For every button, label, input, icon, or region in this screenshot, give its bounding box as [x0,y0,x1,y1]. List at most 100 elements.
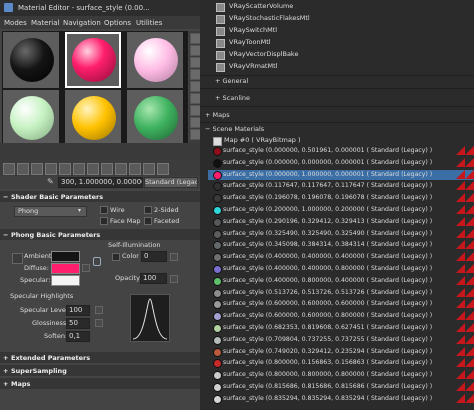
menu-utilities[interactable]: Utilities [136,19,162,27]
menu-material[interactable]: Material [31,19,59,27]
show-shaded-material-icon[interactable] [115,163,127,175]
sample-slot-3[interactable] [127,32,183,88]
two-sided-checkbox[interactable] [144,206,152,214]
face-map-checkbox[interactable] [100,217,108,225]
wire-checkbox[interactable] [100,206,108,214]
material-swatch-icon [213,194,222,204]
scene-material-marker-icon [456,228,465,238]
material-row[interactable]: surface_style (0.600000, 0.600000, 0.600… [208,299,474,310]
material-row[interactable]: surface_style (0.325490, 0.325490, 0.325… [208,228,474,239]
ambient-color-swatch[interactable] [51,251,80,262]
copy-material-icon[interactable] [59,163,71,175]
material-row[interactable]: surface_style (0.000000, 0.501961, 0.000… [208,146,474,156]
browser-item-label: VRaySwitchMtl [229,26,278,34]
material-name-field[interactable]: 300, 1.000000, 0.000001 [58,177,143,188]
put-to-scene-icon[interactable] [17,163,29,175]
sample-slot-4[interactable] [3,90,59,146]
material-label: surface_style (0.290196, 0.329412, 0.329… [223,217,433,225]
sample-slots [2,31,188,146]
material-row[interactable]: surface_style (0.345098, 0.384314, 0.384… [208,240,474,251]
rollout-shader-basic[interactable]: − Shader Basic Parameters [0,191,200,202]
browser-item[interactable]: VRayVectorDisplBake [216,50,336,60]
scene-material-marker-icon [465,228,474,238]
material-row[interactable]: surface_style (0.835294, 0.835294, 0.835… [208,393,474,404]
diffuse-map-button[interactable] [82,264,90,272]
specular-level-map-button[interactable] [95,306,103,314]
material-sphere-1 [10,38,54,82]
make-unique-icon[interactable] [73,163,85,175]
soften-field[interactable]: 0,1 [66,331,90,342]
shader-type-dropdown[interactable]: Phong [14,206,87,217]
sample-slot-1[interactable] [3,32,59,88]
material-id-channel-icon[interactable] [101,163,113,175]
rollout-maps[interactable]: + Maps [0,378,200,389]
material-row[interactable]: surface_style (0.000000, 1.000000, 0.000… [208,169,474,180]
material-swatch-icon [213,288,222,298]
material-row[interactable]: surface_style (0.200000, 1.000000, 0.200… [208,205,474,215]
material-row[interactable]: surface_style (0.682353, 0.819608, 0.627… [208,323,474,333]
lock-ambient-diffuse-icon[interactable] [12,253,23,264]
browser-item[interactable]: VRaySwitchMtl [216,26,336,36]
glossiness-map-button[interactable] [95,319,103,327]
self-illum-color-checkbox[interactable] [112,253,120,261]
material-row[interactable]: surface_style (0.400000, 0.800000, 0.400… [208,275,474,286]
scene-material-marker-icon [465,181,474,191]
rollout-title: Shader Basic Parameters [11,193,104,201]
self-illum-value-field[interactable]: 0 [141,251,167,262]
material-row[interactable]: surface_style (0.196078, 0.196078, 0.196… [208,193,474,204]
rollout-supersampling[interactable]: + SuperSampling [0,365,200,376]
material-type-button[interactable]: Standard (Legacy) [144,177,198,188]
material-row[interactable]: surface_style (0.800000, 0.800000, 0.800… [208,370,474,381]
browser-item[interactable]: VRayStochasticFlakesMtl [216,14,336,24]
bitmap-icon [213,137,222,146]
rollout-phong-basic[interactable]: − Phong Basic Parameters [0,229,200,240]
section-scanline[interactable]: + Scanline [215,94,250,102]
sample-slot-5[interactable] [65,90,121,146]
sample-slot-6[interactable] [127,90,183,146]
material-row[interactable]: surface_style (0.815686, 0.815686, 0.815… [208,382,474,392]
show-end-result-icon[interactable] [129,163,141,175]
material-row[interactable]: surface_style (0.400000, 0.400000, 0.800… [208,264,474,274]
lock-diffuse-specular-icon[interactable] [93,257,101,266]
material-row[interactable]: surface_style (0.800000, 0.156863, 0.156… [208,358,474,369]
specular-color-swatch[interactable] [51,275,80,286]
reset-map-icon[interactable] [45,163,57,175]
browser-item[interactable]: VRayScatterVolume [216,2,336,12]
group-scene-materials[interactable]: − Scene Materials [205,125,264,133]
map-item[interactable]: Map #0 ( VRayBitmap ) [213,136,413,146]
section-general[interactable]: + General [215,77,248,85]
scene-material-marker-icon [456,346,465,356]
material-row[interactable]: surface_style (0.749020, 0.329412, 0.235… [208,346,474,357]
material-sphere-2 [72,38,116,82]
material-swatch-icon [213,347,222,357]
self-illum-map-button[interactable] [170,253,178,261]
menu-options[interactable]: Options [104,19,131,27]
pick-material-eyedropper-icon[interactable]: ✎ [47,178,55,186]
material-row[interactable]: surface_style (0.709804, 0.737255, 0.737… [208,334,474,345]
material-row[interactable]: surface_style (0.600000, 0.600000, 0.800… [208,311,474,322]
material-row[interactable]: surface_style (0.000000, 0.000000, 0.000… [208,157,474,168]
opacity-field[interactable]: 100 [140,273,167,284]
material-row[interactable]: surface_style (0.400000, 0.400000, 0.400… [208,252,474,263]
specular-level-field[interactable]: 100 [66,305,90,316]
material-row[interactable]: surface_style (0.117647, 0.117647, 0.117… [208,181,474,192]
opacity-map-button[interactable] [170,275,178,283]
glossiness-field[interactable]: 50 [66,318,90,329]
put-to-library-icon[interactable] [87,163,99,175]
rollout-extended-parameters[interactable]: + Extended Parameters [0,352,200,363]
go-forward-to-sibling-icon[interactable] [157,163,169,175]
sample-slot-2[interactable] [65,32,121,88]
browser-item[interactable]: VRayVRmatMtl [216,62,336,72]
assign-to-selection-icon[interactable] [31,163,43,175]
menu-navigation[interactable]: Navigation [63,19,101,27]
material-row[interactable]: surface_style (0.513726, 0.513726, 0.513… [208,287,474,298]
diffuse-color-swatch[interactable] [51,263,80,274]
menu-modes[interactable]: Modes [4,19,27,27]
browser-item[interactable]: VRayToonMtl [216,38,336,48]
rollout-title: SuperSampling [11,367,67,375]
material-row[interactable]: surface_style (0.290196, 0.329412, 0.329… [208,216,474,227]
get-material-icon[interactable] [3,163,15,175]
go-to-parent-icon[interactable] [143,163,155,175]
faceted-checkbox[interactable] [144,217,152,225]
group-maps[interactable]: + Maps [205,111,230,119]
